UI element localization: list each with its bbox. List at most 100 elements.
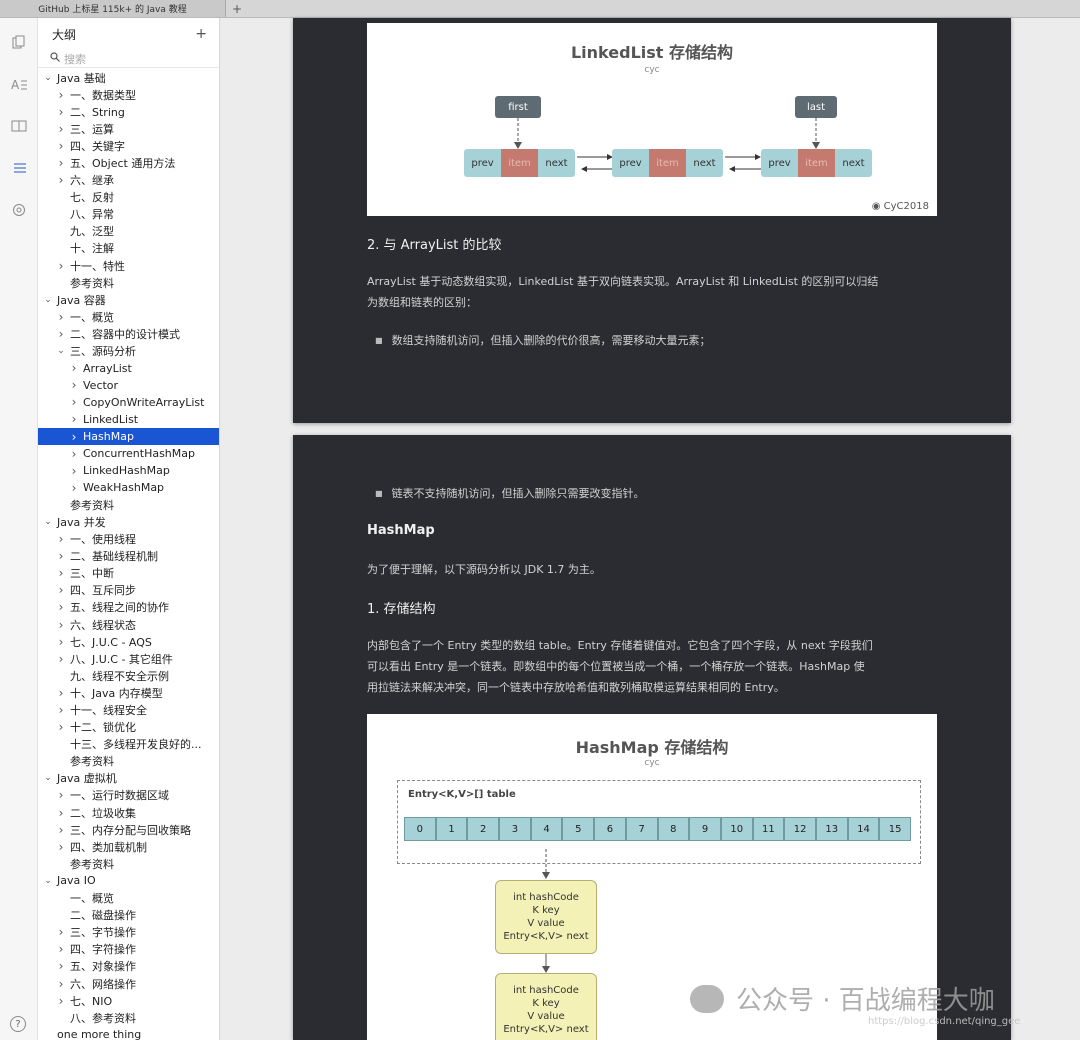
outline-item[interactable]: one more thing [38, 1026, 219, 1040]
outline-item[interactable]: › 六、线程状态 [38, 616, 219, 633]
chevron-right-icon[interactable]: › [69, 378, 79, 392]
chevron-right-icon[interactable]: › [56, 686, 66, 700]
outline-item[interactable]: › 一、运行时数据区域 [38, 787, 219, 804]
chevron-right-icon[interactable]: › [56, 942, 66, 956]
chevron-right-icon[interactable]: › [56, 327, 66, 341]
outline-item[interactable]: › 四、互斥同步 [38, 582, 219, 599]
outline-item[interactable]: › 七、J.U.C - AQS [38, 633, 219, 650]
chevron-right-icon[interactable]: › [56, 925, 66, 939]
chevron-down-icon[interactable]: ⌄ [56, 347, 66, 356]
outline-item[interactable]: › LinkedHashMap [38, 462, 219, 479]
outline-item[interactable]: › ConcurrentHashMap [38, 445, 219, 462]
add-icon[interactable]: + [195, 26, 207, 42]
outline-item[interactable]: ⌄ Java 容器 [38, 291, 219, 308]
outline-item[interactable]: › WeakHashMap [38, 479, 219, 496]
outline-item[interactable]: › 二、基础线程机制 [38, 548, 219, 565]
chevron-right-icon[interactable]: › [56, 88, 66, 102]
tag-icon[interactable] [9, 200, 29, 220]
outline-item[interactable]: 七、反射 [38, 189, 219, 206]
chevron-down-icon[interactable]: ⌄ [43, 774, 53, 783]
chevron-right-icon[interactable]: › [56, 720, 66, 734]
chevron-right-icon[interactable]: › [69, 464, 79, 478]
outline-icon[interactable] [9, 158, 29, 178]
chevron-right-icon[interactable]: › [56, 788, 66, 802]
chevron-right-icon[interactable]: › [56, 703, 66, 717]
outline-item[interactable]: 八、参考资料 [38, 1009, 219, 1026]
chevron-down-icon[interactable]: ⌄ [43, 295, 53, 304]
chevron-right-icon[interactable]: › [69, 412, 79, 426]
outline-item[interactable]: › 二、String [38, 103, 219, 120]
chevron-right-icon[interactable]: › [56, 977, 66, 991]
outline-item[interactable]: › 十一、特性 [38, 257, 219, 274]
chevron-right-icon[interactable]: › [56, 310, 66, 324]
outline-item[interactable]: › 七、NIO [38, 992, 219, 1009]
book-icon[interactable] [9, 116, 29, 136]
outline-item[interactable]: › 十二、锁优化 [38, 719, 219, 736]
chevron-right-icon[interactable]: › [56, 549, 66, 563]
chevron-right-icon[interactable]: › [56, 959, 66, 973]
outline-item[interactable]: 参考资料 [38, 274, 219, 291]
outline-item[interactable]: › 四、类加载机制 [38, 838, 219, 855]
outline-item[interactable]: › 十一、线程安全 [38, 701, 219, 718]
chevron-down-icon[interactable]: ⌄ [43, 73, 53, 82]
chevron-right-icon[interactable]: › [69, 430, 79, 444]
outline-item[interactable]: ⌄ Java 虚拟机 [38, 770, 219, 787]
outline-item[interactable]: › Vector [38, 377, 219, 394]
help-icon[interactable]: ? [10, 1016, 26, 1032]
outline-item[interactable]: › 六、继承 [38, 172, 219, 189]
chevron-right-icon[interactable]: › [56, 156, 66, 170]
chevron-right-icon[interactable]: › [69, 447, 79, 461]
outline-item[interactable]: ⌄ Java IO [38, 872, 219, 889]
outline-item[interactable]: › 六、网络操作 [38, 975, 219, 992]
chevron-right-icon[interactable]: › [56, 823, 66, 837]
outline-item[interactable]: › 四、关键字 [38, 137, 219, 154]
outline-item[interactable]: ⌄ 三、源码分析 [38, 343, 219, 360]
outline-item[interactable]: 参考资料 [38, 753, 219, 770]
chevron-right-icon[interactable]: › [56, 600, 66, 614]
chevron-right-icon[interactable]: › [56, 122, 66, 136]
chevron-right-icon[interactable]: › [56, 618, 66, 632]
outline-item[interactable]: 参考资料 [38, 496, 219, 513]
outline-item[interactable]: 九、泛型 [38, 223, 219, 240]
chevron-right-icon[interactable]: › [56, 173, 66, 187]
chevron-right-icon[interactable]: › [56, 105, 66, 119]
chevron-right-icon[interactable]: › [69, 361, 79, 375]
chevron-right-icon[interactable]: › [56, 583, 66, 597]
outline-item[interactable]: 一、概览 [38, 890, 219, 907]
chevron-right-icon[interactable]: › [56, 532, 66, 546]
outline-item[interactable]: › LinkedList [38, 411, 219, 428]
chevron-right-icon[interactable]: › [56, 652, 66, 666]
chevron-down-icon[interactable]: ⌄ [43, 876, 53, 885]
outline-item[interactable]: › 三、字节操作 [38, 924, 219, 941]
outline-item[interactable]: 参考资料 [38, 855, 219, 872]
chevron-right-icon[interactable]: › [56, 259, 66, 273]
outline-item[interactable]: 八、异常 [38, 206, 219, 223]
outline-item[interactable]: › 三、运算 [38, 120, 219, 137]
outline-item[interactable]: 九、线程不安全示例 [38, 667, 219, 684]
chevron-right-icon[interactable]: › [56, 994, 66, 1008]
chevron-right-icon[interactable]: › [69, 481, 79, 495]
outline-item[interactable]: › 一、概览 [38, 308, 219, 325]
outline-item[interactable]: › HashMap [38, 427, 219, 446]
files-icon[interactable] [9, 32, 29, 52]
tab-document[interactable]: GitHub 上标星 115k+ 的 Java 教程 [0, 0, 226, 17]
chevron-down-icon[interactable]: ⌄ [43, 517, 53, 526]
chevron-right-icon[interactable]: › [56, 566, 66, 580]
outline-item[interactable]: › 一、使用线程 [38, 531, 219, 548]
outline-item[interactable]: › 四、字符操作 [38, 941, 219, 958]
outline-item[interactable]: › 二、垃圾收集 [38, 804, 219, 821]
outline-item[interactable]: › 八、J.U.C - 其它组件 [38, 650, 219, 667]
chevron-right-icon[interactable]: › [56, 806, 66, 820]
outline-item[interactable]: 二、磁盘操作 [38, 907, 219, 924]
outline-item[interactable]: › 二、容器中的设计模式 [38, 325, 219, 342]
chevron-right-icon[interactable]: › [56, 635, 66, 649]
font-icon[interactable]: A [9, 74, 29, 94]
outline-item[interactable]: › 五、对象操作 [38, 958, 219, 975]
chevron-right-icon[interactable]: › [69, 395, 79, 409]
outline-item[interactable]: › 三、内存分配与回收策略 [38, 821, 219, 838]
outline-item[interactable]: › 十、Java 内存模型 [38, 684, 219, 701]
outline-item[interactable]: › ArrayList [38, 360, 219, 377]
outline-item[interactable]: › 五、Object 通用方法 [38, 154, 219, 171]
outline-search[interactable]: 搜索 [38, 50, 219, 68]
new-tab-button[interactable]: + [226, 0, 248, 17]
